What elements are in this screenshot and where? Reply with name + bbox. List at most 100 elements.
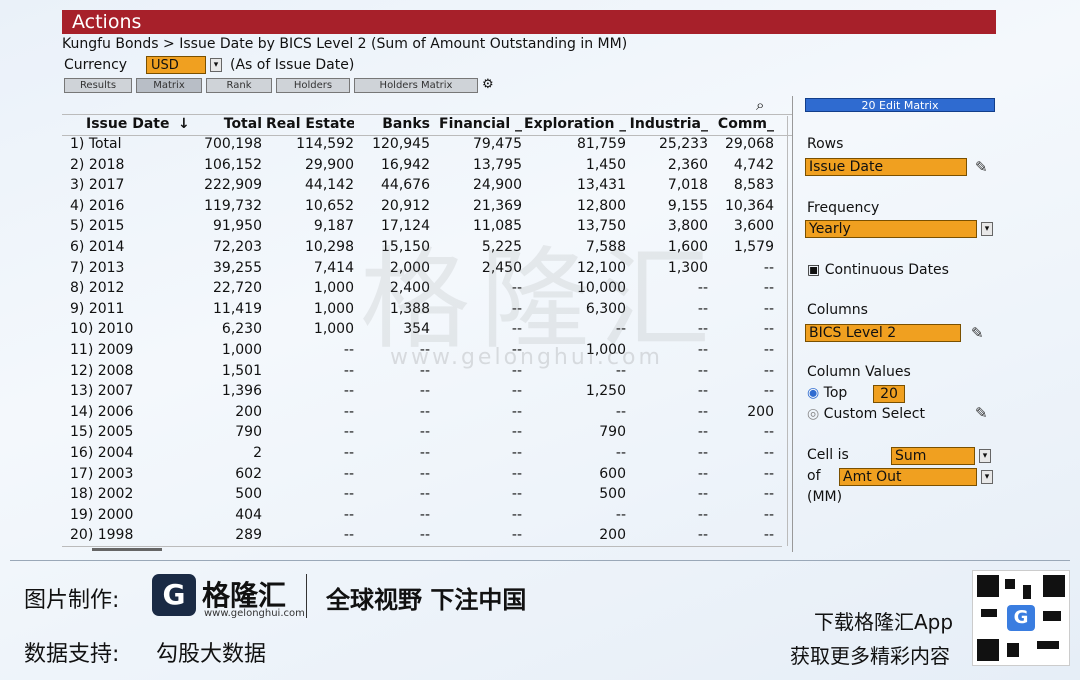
tab-results[interactable]: Results [64, 78, 132, 93]
currency-dropdown-icon[interactable]: ▾ [210, 58, 222, 72]
columns-field[interactable]: BICS Level 2 [805, 324, 961, 342]
continuous-dates-checkbox[interactable]: ▣ Continuous Dates [807, 262, 949, 278]
col-header-industrial[interactable]: Industria_ [628, 116, 708, 132]
cell-financial: -- [511, 527, 522, 544]
scroll-thumb[interactable] [92, 548, 162, 551]
tab-rank[interactable]: Rank [206, 78, 272, 93]
col-header-exploration[interactable]: Exploration _ [524, 116, 626, 132]
cell-banks: 1,388 [389, 300, 430, 317]
table-row[interactable]: 3) 2017 222,909 44,142 44,676 24,900 13,431 7,… [62, 175, 792, 196]
pencil-icon[interactable]: ✎ [971, 324, 984, 342]
cell-financial: 11,085 [473, 218, 522, 235]
table-row[interactable]: 19) 2000 404 -- -- -- -- -- -- [62, 505, 792, 526]
col-header-total[interactable]: Total [190, 116, 262, 132]
cell-total: 1,501 [221, 362, 262, 379]
radio-selected-icon[interactable]: ◉ [807, 385, 819, 401]
cell-total: 790 [235, 424, 262, 441]
of-dropdown-icon[interactable]: ▾ [981, 470, 993, 484]
cell-exploration: -- [615, 506, 626, 523]
cell-real-estate: -- [343, 445, 354, 461]
tab-matrix[interactable]: Matrix [136, 78, 202, 93]
horizontal-scrollbar[interactable] [62, 546, 782, 553]
table-row[interactable]: 20) 1998 289 -- -- -- 200 -- -- [62, 525, 792, 546]
tab-holders-matrix[interactable]: Holders Matrix [354, 78, 478, 93]
cell-banks: -- [419, 403, 430, 420]
table-row[interactable]: 8) 2012 22,720 1,000 2,400 -- 10,000 -- -- [62, 278, 792, 299]
gelonghui-logo-icon: G [152, 574, 196, 616]
logo-separator [306, 574, 307, 618]
rows-label: Rows [807, 136, 844, 152]
cell-issue-date: 20) 1998 [70, 527, 134, 544]
table-row[interactable]: 15) 2005 790 -- -- -- 790 -- -- [62, 422, 792, 443]
table-row[interactable]: 13) 2007 1,396 -- -- -- 1,250 -- -- [62, 381, 792, 402]
checkbox-icon[interactable]: ▣ [807, 262, 820, 278]
cell-issue-date: 15) 2005 [70, 424, 134, 441]
qr-finder-bl [977, 639, 999, 661]
cell-financial: -- [511, 486, 522, 503]
cell-banks: 17,124 [381, 218, 430, 235]
cell-financial: 21,369 [473, 197, 522, 214]
qr-finder-tr [1043, 575, 1065, 597]
table-row[interactable]: 16) 2004 2 -- -- -- -- -- -- [62, 443, 792, 464]
cell-comm: -- [763, 445, 774, 461]
cell-issue-date: 18) 2002 [70, 486, 134, 503]
cell-is-dropdown-icon[interactable]: ▾ [979, 449, 991, 463]
top-radio[interactable]: ◉ Top [807, 385, 847, 401]
col-header-issue-date[interactable]: Issue Date [86, 116, 174, 132]
table-row[interactable]: 14) 2006 200 -- -- -- -- -- 200 [62, 402, 792, 423]
top-count-input[interactable]: 20 [873, 385, 905, 403]
table-row[interactable]: 17) 2003 602 -- -- -- 600 -- -- [62, 464, 792, 485]
cell-comm: -- [763, 300, 774, 317]
cell-total: 700,198 [204, 136, 262, 152]
col-header-comm[interactable]: Comm_ [712, 116, 774, 132]
frequency-label: Frequency [807, 200, 880, 216]
frequency-dropdown-icon[interactable]: ▾ [981, 222, 993, 236]
col-header-real-estate[interactable]: Real Estate [266, 116, 354, 132]
col-header-banks[interactable]: Banks [358, 116, 430, 132]
table-header: Issue Date ↓ Total Real Estate Banks Fin… [62, 114, 792, 136]
magnify-icon[interactable]: ⌕ [756, 96, 764, 114]
made-by-label: 图片制作: [24, 588, 120, 613]
cell-financial: -- [511, 300, 522, 317]
table-row[interactable]: 2) 2018 106,152 29,900 16,942 13,795 1,450 2,3… [62, 155, 792, 176]
cell-comm: -- [763, 362, 774, 379]
rows-field[interactable]: Issue Date [805, 158, 967, 176]
sort-desc-icon[interactable]: ↓ [178, 116, 190, 132]
table-row[interactable]: 6) 2014 72,203 10,298 15,150 5,225 7,588 1,600… [62, 237, 792, 258]
table-row[interactable]: 4) 2016 119,732 10,652 20,912 21,369 12,800 9,… [62, 196, 792, 217]
cell-comm: 200 [747, 403, 774, 420]
gear-icon[interactable]: ⚙ [482, 77, 494, 92]
frequency-select[interactable]: Yearly [805, 220, 977, 238]
cell-total: 39,255 [213, 259, 262, 276]
currency-input[interactable]: USD [146, 56, 206, 74]
radio-unselected-icon[interactable]: ◎ [807, 406, 819, 422]
as-of-note: (As of Issue Date) [230, 57, 355, 73]
tab-holders[interactable]: Holders [276, 78, 350, 93]
cell-is-select[interactable]: Sum [891, 447, 975, 465]
table-row[interactable]: 12) 2008 1,501 -- -- -- -- -- -- [62, 361, 792, 382]
cell-real-estate: -- [343, 342, 354, 358]
table-row[interactable]: 18) 2002 500 -- -- -- 500 -- -- [62, 484, 792, 505]
table-row[interactable]: 10) 2010 6,230 1,000 354 -- -- -- -- [62, 319, 792, 340]
cell-industrial: -- [697, 403, 708, 420]
data-support-label: 数据支持: [24, 642, 120, 667]
data-support-value: 勾股大数据 [156, 642, 267, 667]
table-row[interactable]: 1) Total 700,198 114,592 120,945 79,475 81,75… [62, 134, 792, 155]
custom-select-radio[interactable]: ◎ Custom Select [807, 406, 925, 422]
of-select[interactable]: Amt Out [839, 468, 977, 486]
table-row[interactable]: 7) 2013 39,255 7,414 2,000 2,450 12,100 1,300 -… [62, 258, 792, 279]
col-header-financial[interactable]: Financial _ [434, 116, 522, 132]
pencil-icon[interactable]: ✎ [975, 404, 988, 422]
cell-comm: 1,579 [733, 239, 774, 255]
edit-matrix-button[interactable]: 20 Edit Matrix [805, 98, 995, 112]
cell-issue-date: 9) 2011 [70, 300, 125, 317]
cell-banks: -- [419, 445, 430, 461]
table-row[interactable]: 9) 2011 11,419 1,000 1,388 -- 6,300 -- -- [62, 299, 792, 320]
pencil-icon[interactable]: ✎ [975, 158, 988, 176]
cell-comm: -- [763, 527, 774, 544]
table-row[interactable]: 11) 2009 1,000 -- -- -- 1,000 -- -- [62, 340, 792, 361]
cell-issue-date: 16) 2004 [70, 445, 134, 461]
cell-issue-date: 12) 2008 [70, 362, 134, 379]
cell-exploration: 81,759 [577, 136, 626, 152]
table-row[interactable]: 5) 2015 91,950 9,187 17,124 11,085 13,750 3,80… [62, 216, 792, 237]
